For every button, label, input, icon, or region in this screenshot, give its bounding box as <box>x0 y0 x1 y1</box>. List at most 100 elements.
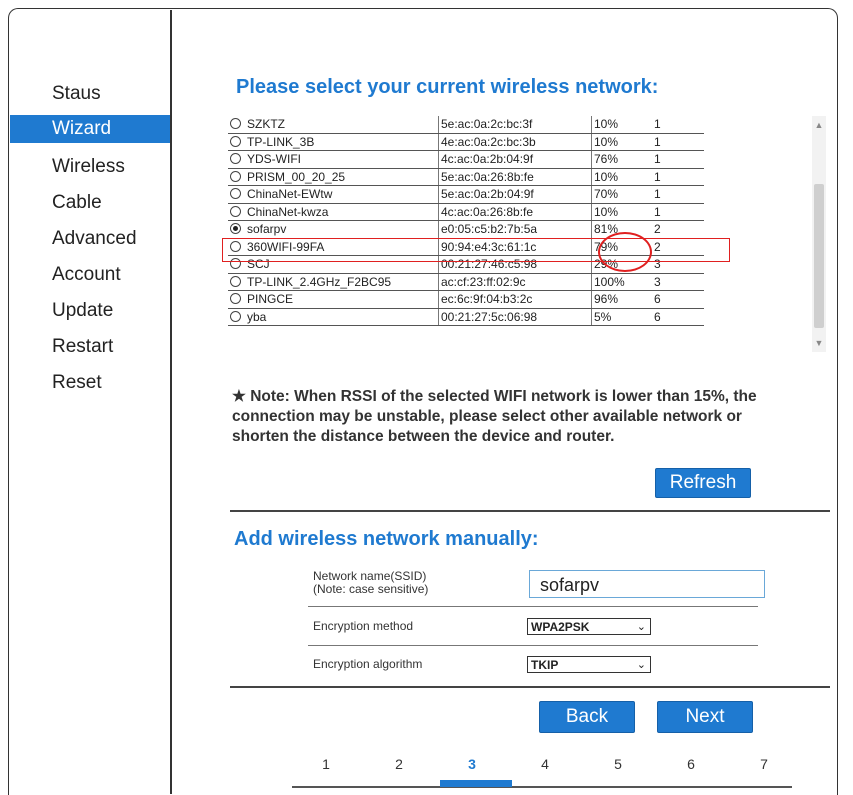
network-ssid: TP-LINK_2.4GHz_F2BC95 <box>247 274 392 289</box>
network-mac: 4e:ac:0a:2c:bc:3b <box>438 133 592 151</box>
network-rssi: 10% <box>591 133 638 151</box>
sidebar-item-restart[interactable]: Restart <box>10 329 170 365</box>
network-row[interactable]: PRISM_00_20_25 5e:ac:0a:26:8b:fe 10% 1 <box>228 168 704 186</box>
network-ssid-cell[interactable]: ChinaNet-EWtw <box>228 185 439 204</box>
network-row[interactable]: YDS-WIFI 4c:ac:0a:2b:04:9f 76% 1 <box>228 150 704 169</box>
network-row[interactable]: TP-LINK_3B 4e:ac:0a:2c:bc:3b 10% 1 <box>228 133 704 151</box>
network-mac: 4c:ac:0a:2b:04:9f <box>438 150 592 169</box>
network-radio[interactable] <box>230 275 241 287</box>
refresh-button[interactable]: Refresh <box>655 468 751 498</box>
network-mac: 5e:ac:0a:2c:bc:3f <box>438 116 592 134</box>
chevron-down-icon: ⌄ <box>636 659 646 671</box>
step-current-bar <box>440 780 512 787</box>
network-radio[interactable] <box>230 310 241 322</box>
back-button[interactable]: Back <box>539 701 635 733</box>
network-row[interactable]: PINGCE ec:6c:9f:04:b3:2c 96% 6 <box>228 290 704 309</box>
network-ssid-cell[interactable]: SZKTZ <box>228 116 439 134</box>
network-ssid: ChinaNet-EWtw <box>247 187 333 202</box>
network-table: SZKTZ 5e:ac:0a:2c:bc:3f 10% 1 TP-LINK_3B 4e:a… <box>228 116 704 326</box>
network-channel: 1 <box>638 133 704 151</box>
step-3: 3 <box>468 756 476 772</box>
encryption-method-label: Encryption method <box>313 619 414 633</box>
network-radio[interactable] <box>230 118 241 130</box>
scroll-up-icon[interactable]: ▲ <box>812 118 826 132</box>
network-channel: 6 <box>638 290 704 309</box>
sidebar: Staus Wizard Wireless Cable Advanced Acc… <box>10 76 170 401</box>
network-ssid-cell[interactable]: PINGCE <box>228 290 439 309</box>
network-row[interactable]: ChinaNet-kwza 4c:ac:0a:26:8b:fe 10% 1 <box>228 203 704 221</box>
step-indicator: 1 2 3 4 5 6 7 <box>292 756 792 790</box>
next-button[interactable]: Next <box>657 701 753 733</box>
network-rssi: 10% <box>591 116 638 134</box>
network-rssi: 100% <box>591 273 638 291</box>
sidebar-item-cable[interactable]: Cable <box>10 185 170 221</box>
network-row[interactable]: ChinaNet-EWtw 5e:ac:0a:2b:04:9f 70% 1 <box>228 185 704 204</box>
section-divider <box>230 686 830 688</box>
manual-network-title: Add wireless network manually: <box>234 528 539 550</box>
scroll-thumb[interactable] <box>814 184 824 328</box>
sidebar-item-advanced[interactable]: Advanced <box>10 221 170 257</box>
network-channel: 1 <box>638 203 704 221</box>
network-mac: 4c:ac:0a:26:8b:fe <box>438 203 592 221</box>
network-row[interactable]: SZKTZ 5e:ac:0a:2c:bc:3f 10% 1 <box>228 116 704 134</box>
encryption-algorithm-select[interactable]: TKIP ⌄ <box>527 656 651 673</box>
network-mac: ec:6c:9f:04:b3:2c <box>438 290 592 309</box>
step-5: 5 <box>614 756 622 772</box>
network-radio[interactable] <box>230 135 241 147</box>
network-mac: 5e:ac:0a:2b:04:9f <box>438 185 592 204</box>
sidebar-item-reset[interactable]: Reset <box>10 365 170 401</box>
network-radio[interactable] <box>230 170 241 182</box>
network-radio[interactable] <box>230 293 241 305</box>
network-ssid-cell[interactable]: sofarpv <box>228 220 439 239</box>
encryption-algorithm-label: Encryption algorithm <box>313 657 423 671</box>
sidebar-item-account[interactable]: Account <box>10 257 170 293</box>
network-ssid: YDS-WIFI <box>247 152 301 167</box>
step-track <box>292 786 792 788</box>
sidebar-item-status[interactable]: Staus <box>10 76 170 112</box>
network-mac: ac:cf:23:ff:02:9c <box>438 273 592 291</box>
sidebar-item-wizard[interactable]: Wizard <box>10 115 170 143</box>
network-ssid-cell[interactable]: ChinaNet-kwza <box>228 203 439 221</box>
network-ssid-cell[interactable]: TP-LINK_3B <box>228 133 439 151</box>
network-ssid: PRISM_00_20_25 <box>247 169 346 184</box>
network-rssi: 5% <box>591 308 638 326</box>
form-row-line <box>308 645 758 646</box>
network-rssi: 96% <box>591 290 638 309</box>
form-row-line <box>308 606 758 607</box>
network-list-scrollbar[interactable]: ▲ ▼ <box>812 116 826 352</box>
network-channel: 1 <box>638 116 704 134</box>
network-channel: 3 <box>638 273 704 291</box>
step-1: 1 <box>322 756 330 772</box>
network-row[interactable]: TP-LINK_2.4GHz_F2BC95 ac:cf:23:ff:02:9c 10… <box>228 273 704 291</box>
network-rssi: 10% <box>591 203 638 221</box>
network-channel: 6 <box>638 308 704 326</box>
network-mac: 00:21:27:5c:06:98 <box>438 308 592 326</box>
step-2: 2 <box>395 756 403 772</box>
ssid-input[interactable]: sofarpv <box>529 570 765 598</box>
network-mac: 5e:ac:0a:26:8b:fe <box>438 168 592 186</box>
network-radio[interactable] <box>230 223 241 235</box>
network-mac: e0:05:c5:b2:7b:5a <box>438 220 592 239</box>
network-rssi: 70% <box>591 185 638 204</box>
sidebar-divider <box>170 10 172 794</box>
network-channel: 2 <box>638 220 704 239</box>
sidebar-item-update[interactable]: Update <box>10 293 170 329</box>
section-divider <box>230 510 830 512</box>
network-radio[interactable] <box>230 153 241 165</box>
network-ssid-cell[interactable]: yba <box>228 308 439 326</box>
step-7: 7 <box>760 756 768 772</box>
network-radio[interactable] <box>230 188 241 200</box>
network-rssi: 10% <box>591 168 638 186</box>
network-radio[interactable] <box>230 205 241 217</box>
network-ssid-cell[interactable]: YDS-WIFI <box>228 150 439 169</box>
selected-row-highlight <box>222 238 730 262</box>
step-4: 4 <box>541 756 549 772</box>
network-ssid-cell[interactable]: TP-LINK_2.4GHz_F2BC95 <box>228 273 439 291</box>
network-row[interactable]: yba 00:21:27:5c:06:98 5% 6 <box>228 308 704 326</box>
network-ssid: SZKTZ <box>247 117 285 132</box>
scroll-down-icon[interactable]: ▼ <box>812 336 826 350</box>
network-ssid-cell[interactable]: PRISM_00_20_25 <box>228 168 439 186</box>
sidebar-item-wireless[interactable]: Wireless <box>10 149 170 185</box>
step-6: 6 <box>687 756 695 772</box>
encryption-method-select[interactable]: WPA2PSK ⌄ <box>527 618 651 635</box>
